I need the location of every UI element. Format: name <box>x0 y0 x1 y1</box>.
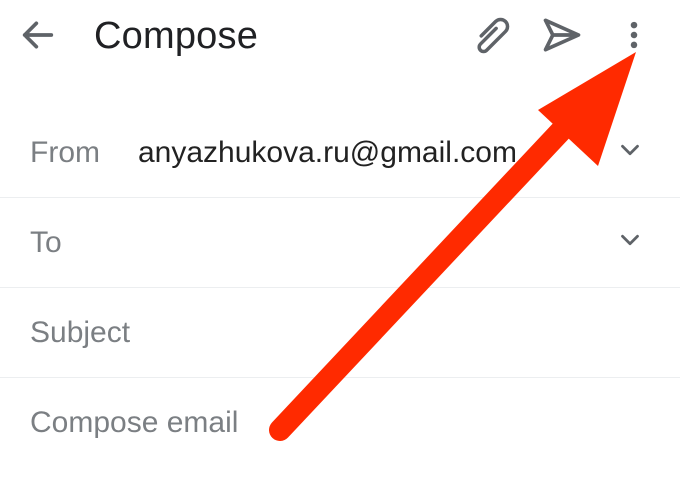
more-vertical-icon <box>617 18 651 55</box>
paperclip-icon <box>469 14 511 59</box>
page-title: Compose <box>94 15 258 58</box>
subject-input[interactable]: Subject <box>30 316 130 350</box>
arrow-left-icon <box>18 15 58 58</box>
app-bar: Compose <box>0 0 680 72</box>
attach-button[interactable] <box>454 8 526 64</box>
to-label: To <box>30 226 138 260</box>
chevron-down-icon <box>615 135 645 170</box>
to-expand[interactable] <box>610 225 650 260</box>
from-label: From <box>30 136 138 170</box>
subject-row[interactable]: Subject <box>0 288 680 378</box>
chevron-down-icon <box>615 225 645 260</box>
to-row[interactable]: To <box>0 198 680 288</box>
body-input[interactable]: Compose email <box>30 406 650 440</box>
body-area[interactable]: Compose email <box>0 378 680 440</box>
back-button[interactable] <box>10 8 66 64</box>
more-menu-button[interactable] <box>598 8 670 64</box>
send-icon <box>540 13 584 60</box>
from-expand[interactable] <box>610 135 650 170</box>
send-button[interactable] <box>526 8 598 64</box>
from-value: anyazhukova.ru@gmail.com <box>138 136 610 170</box>
from-row[interactable]: From anyazhukova.ru@gmail.com <box>0 108 680 198</box>
